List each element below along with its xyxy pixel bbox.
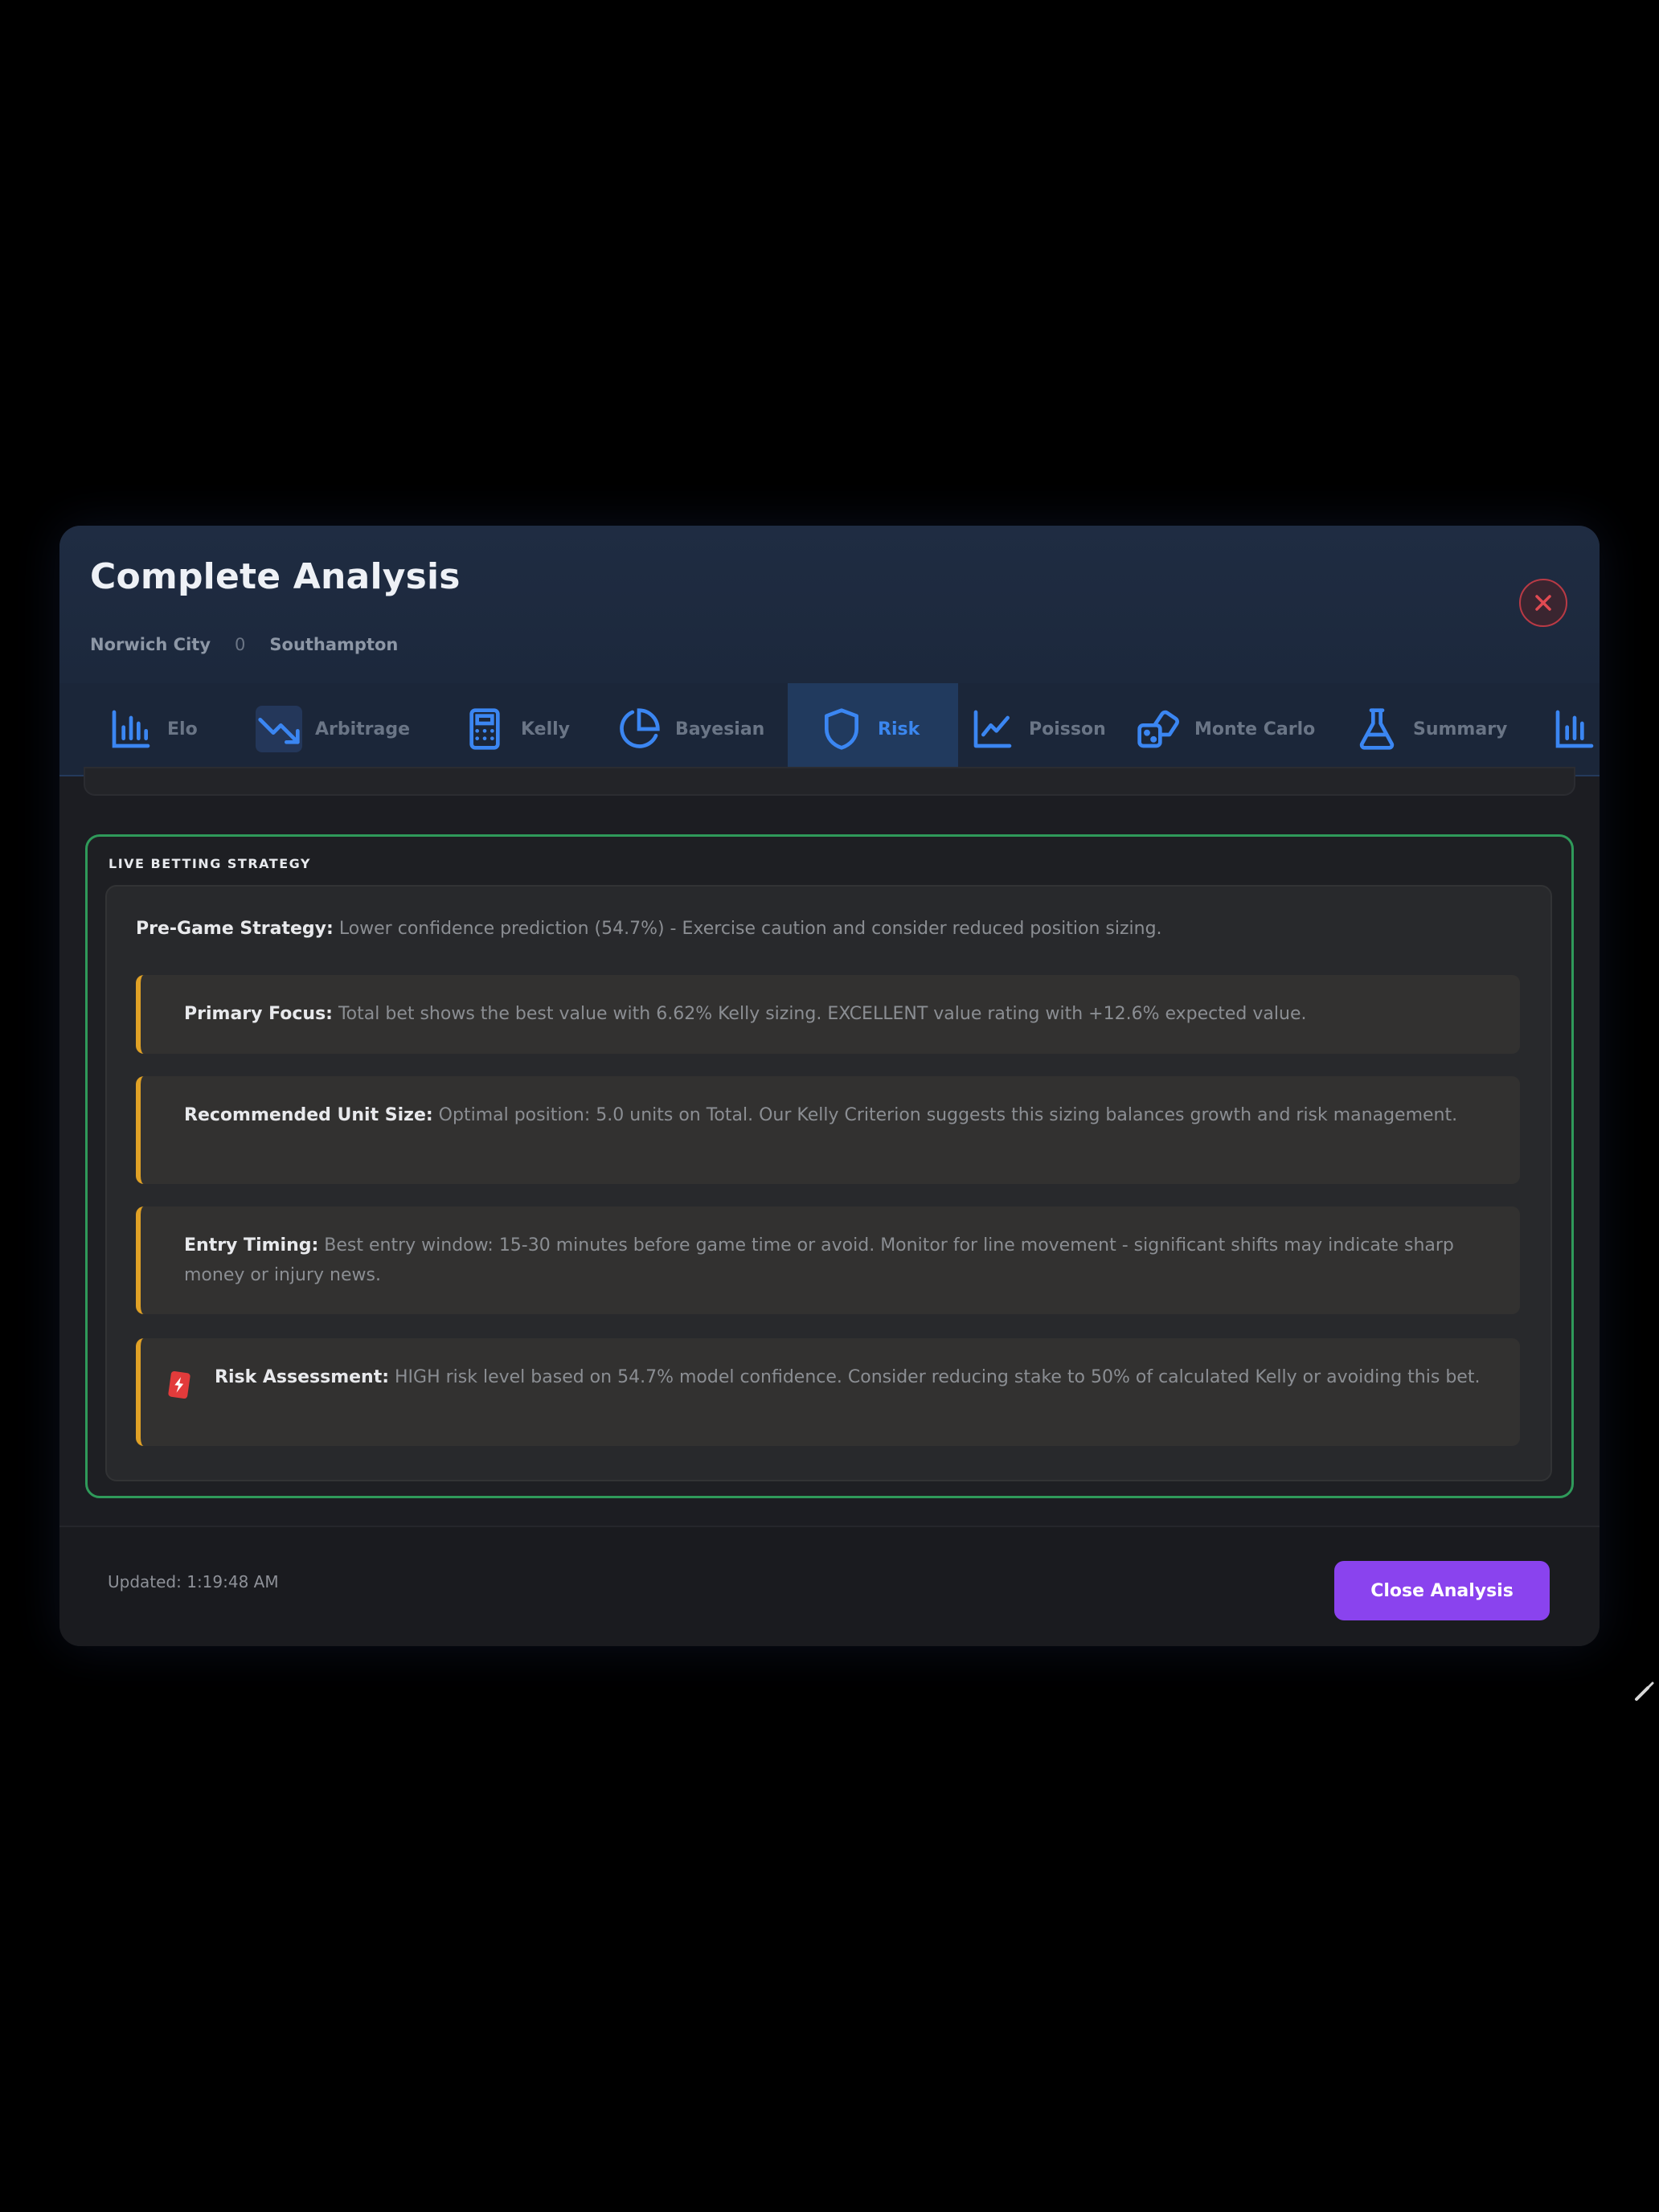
item-text: Entry Timing: Best entry window: 15-30 m… — [184, 1231, 1488, 1290]
strategy-body: Pre-Game Strategy: Lower confidence pred… — [105, 885, 1552, 1481]
live-betting-strategy-card: LIVE BETTING STRATEGY Pre-Game Strategy:… — [85, 834, 1574, 1498]
away-team: Southampton — [269, 635, 399, 654]
flask-icon — [1354, 706, 1400, 752]
pregame-text: Lower confidence prediction (54.7%) - Ex… — [333, 919, 1162, 939]
item-body: Optimal position: 5.0 units on Total. Ou… — [432, 1105, 1458, 1125]
tab-elo[interactable]: Elo — [108, 683, 252, 775]
tab-label: Elo — [167, 719, 198, 739]
cursor-hint-icon — [1635, 1682, 1654, 1701]
home-team: Norwich City — [90, 635, 211, 654]
strategy-item-entry-timing: Entry Timing: Best entry window: 15-30 m… — [136, 1206, 1520, 1314]
close-modal-button[interactable] — [1519, 579, 1567, 627]
strategy-item-risk-assessment: Risk Assessment: HIGH risk level based o… — [136, 1338, 1520, 1446]
item-text: Risk Assessment: HIGH risk level based o… — [215, 1362, 1488, 1392]
tab-label: Kelly — [521, 719, 571, 739]
item-body: HIGH risk level based on 54.7% model con… — [389, 1367, 1481, 1387]
dice-icon — [1135, 706, 1182, 752]
analysis-tabs: Elo Arbitrage Kelly Bayesian Risk Poisso… — [59, 683, 1600, 776]
item-label: Entry Timing: — [184, 1235, 319, 1256]
modal-header: Complete Analysis Norwich City 0 Southam… — [59, 526, 1600, 683]
shield-icon — [818, 706, 865, 752]
tab-kelly[interactable]: Kelly — [461, 683, 630, 775]
tab-label: Bayesian — [675, 719, 765, 739]
tab-label: Poisson — [1029, 719, 1106, 739]
previous-card-edge — [84, 767, 1575, 796]
tab-label: Summary — [1413, 719, 1508, 739]
item-label: Recommended Unit Size: — [184, 1105, 433, 1125]
tab-summary[interactable]: Summary — [1354, 683, 1563, 775]
updated-timestamp: Updated: 1:19:48 AM — [108, 1572, 279, 1591]
tab-content: LIVE BETTING STRATEGY Pre-Game Strategy:… — [59, 767, 1600, 1498]
item-label: Risk Assessment: — [215, 1367, 390, 1387]
strategy-item-unit-size: Recommended Unit Size: Optimal position:… — [136, 1076, 1520, 1184]
match-teams: Norwich City 0 Southampton — [90, 632, 398, 657]
team-separator: 0 — [235, 635, 246, 654]
tab-arbitrage[interactable]: Arbitrage — [256, 683, 489, 775]
item-text: Primary Focus: Total bet shows the best … — [184, 999, 1488, 1029]
close-analysis-button[interactable]: Close Analysis — [1334, 1561, 1550, 1620]
tab-label: Risk — [878, 719, 920, 739]
pregame-strategy: Pre-Game Strategy: Lower confidence pred… — [136, 919, 1534, 939]
tab-label: Monte Carlo — [1194, 719, 1316, 739]
strategy-item-primary-focus: Primary Focus: Total bet shows the best … — [136, 975, 1520, 1054]
calculator-icon — [461, 706, 508, 752]
warning-icon — [167, 1370, 191, 1399]
bar-chart-icon — [108, 706, 154, 752]
pie-chart-icon — [616, 706, 662, 752]
tab-risk[interactable]: Risk — [788, 683, 958, 775]
section-label: LIVE BETTING STRATEGY — [109, 856, 312, 871]
item-text: Recommended Unit Size: Optimal position:… — [184, 1100, 1488, 1130]
item-body: Best entry window: 15-30 minutes before … — [184, 1235, 1454, 1285]
tab-label: Arbitrage — [315, 719, 411, 739]
modal-footer: Updated: 1:19:48 AM Close Analysis — [59, 1526, 1600, 1646]
bar-chart-icon — [1551, 706, 1598, 752]
tab-more[interactable] — [1551, 683, 1600, 775]
item-label: Primary Focus: — [184, 1004, 333, 1024]
analysis-modal: Complete Analysis Norwich City 0 Southam… — [59, 526, 1600, 1646]
close-x-icon — [1535, 595, 1551, 611]
line-chart-icon — [969, 706, 1016, 752]
item-body: Total bet shows the best value with 6.62… — [332, 1004, 1307, 1024]
trending-down-icon — [256, 706, 302, 752]
modal-title: Complete Analysis — [90, 556, 461, 597]
pregame-label: Pre-Game Strategy: — [136, 919, 334, 939]
